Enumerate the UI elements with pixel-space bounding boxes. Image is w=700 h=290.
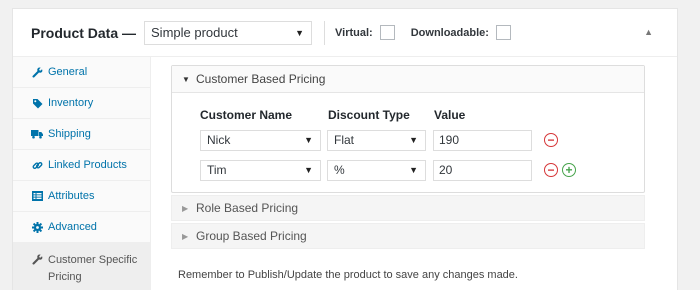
tab-advanced[interactable]: Advanced [13,212,150,243]
tab-label: Linked Products [48,159,127,171]
divider [324,20,326,45]
pricing-content: ▼ Customer Based Pricing Customer Name D… [151,57,677,290]
triangle-right-icon: ▶ [182,203,189,213]
role-pricing-section[interactable]: ▶ Role Based Pricing [171,195,645,221]
triangle-down-icon: ▼ [182,74,190,84]
wrench-icon [31,67,43,78]
tab-customer-specific-pricing[interactable]: Customer Specific Pricing [13,243,150,290]
caret-down-icon: ▼ [409,135,418,145]
tab-general[interactable]: General [13,57,150,88]
section-title: Role Based Pricing [196,201,299,215]
wrench-icon [31,254,43,265]
virtual-checkbox[interactable] [379,25,395,40]
caret-down-icon: ▼ [304,135,313,145]
group-pricing-section[interactable]: ▶ Group Based Pricing [171,223,645,249]
add-row-icon[interactable]: + [562,163,576,177]
discount-value: % [334,163,345,177]
caret-down-icon: ▼ [409,165,418,175]
product-data-tabs: General Inventory Shipping Linked Produc… [13,57,151,290]
discount-value: Flat [334,133,355,147]
customer-pricing-header[interactable]: ▼ Customer Based Pricing [172,66,644,93]
save-notice: Remember to Publish/Update the product t… [178,269,518,281]
tab-label: Attributes [48,190,95,202]
tab-inventory[interactable]: Inventory [13,88,150,119]
tab-label: Inventory [48,97,94,109]
section-title: Group Based Pricing [196,229,307,243]
customer-select[interactable]: Nick ▼ [200,130,321,151]
product-data-header: Product Data — Simple product ▼ Virtual:… [13,9,677,57]
customer-pricing-section: ▼ Customer Based Pricing Customer Name D… [171,65,645,193]
tab-label: General [48,66,88,78]
virtual-label: Virtual: [335,26,373,39]
product-type-select[interactable]: Simple product ▼ [144,20,313,45]
discount-type-select[interactable]: % ▼ [327,160,426,181]
column-header: Customer Name [200,108,293,122]
link-icon [31,160,43,171]
customer-value: Nick [207,133,231,147]
customer-value: Tim [207,163,227,177]
truck-icon [31,129,43,139]
column-header: Discount Type [328,108,410,122]
value-input[interactable]: 190 [433,130,532,151]
product-data-panel: Product Data — Simple product ▼ Virtual:… [12,8,678,290]
caret-down-icon: ▼ [295,27,305,38]
caret-down-icon: ▼ [304,165,313,175]
product-data-title: Product Data — [31,24,137,41]
value-input[interactable]: 20 [433,160,532,181]
downloadable-checkbox[interactable] [495,25,511,40]
section-title: Customer Based Pricing [196,72,326,86]
remove-row-icon[interactable]: − [544,163,558,177]
column-header: Value [434,108,466,122]
tab-label: Shipping [48,128,91,140]
discount-type-select[interactable]: Flat ▼ [327,130,426,151]
tab-shipping[interactable]: Shipping [13,119,150,150]
gear-icon [31,221,43,233]
tab-attributes[interactable]: Attributes [13,181,150,212]
triangle-right-icon: ▶ [182,231,189,241]
tag-icon [31,98,43,109]
list-icon [31,191,43,201]
product-type-value: Simple product [151,24,238,40]
triangle-up-icon[interactable]: ▲ [644,27,653,37]
customer-select[interactable]: Tim ▼ [200,160,321,181]
customer-pricing-table: Customer Name Discount Type Value Nick ▼… [172,93,644,192]
remove-row-icon[interactable]: − [544,133,558,147]
tab-label: Customer Specific Pricing [48,254,138,283]
tab-linked-products[interactable]: Linked Products [13,150,150,181]
downloadable-label: Downloadable: [410,26,489,39]
tab-label: Advanced [48,221,97,233]
